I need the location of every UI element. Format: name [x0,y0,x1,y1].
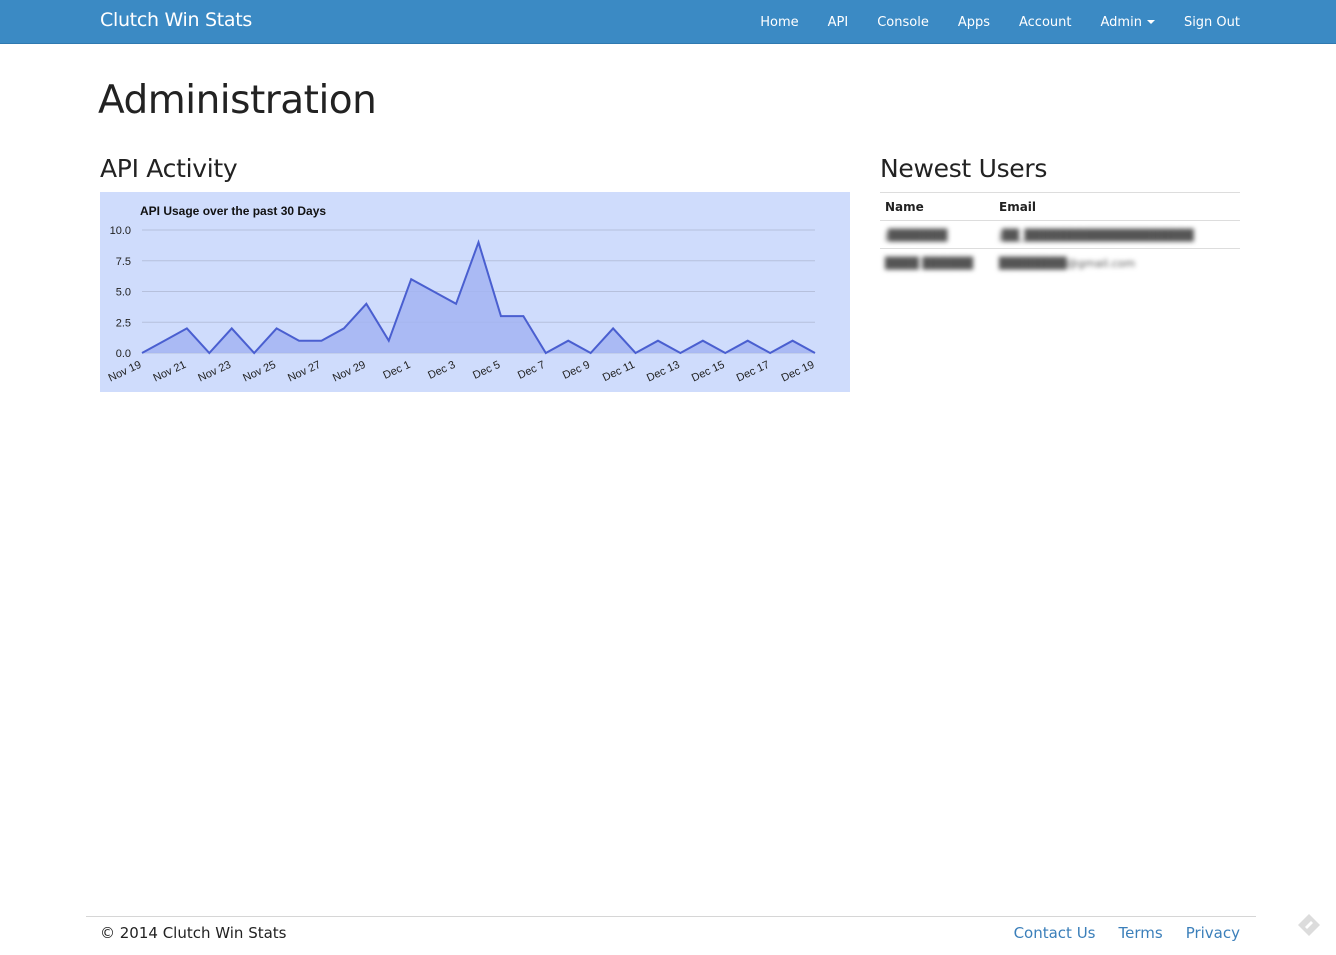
page-title: Administration [98,78,377,123]
nav-admin-dropdown[interactable]: Admin [1101,15,1155,30]
nav-account[interactable]: Account [1019,15,1072,30]
x-tick-label: Dec 3 [426,359,457,382]
nav-home[interactable]: Home [760,15,798,30]
user-email: j██_████████████████████ [999,228,1194,242]
feedback-icon[interactable] [1296,912,1322,938]
y-tick-label: 2.5 [116,317,131,329]
user-email: ████████@gmail.com [999,256,1136,270]
x-tick-label: Dec 19 [780,359,817,385]
footer-link-terms[interactable]: Terms [1119,924,1163,942]
y-tick-label: 7.5 [116,256,131,268]
footer-divider [86,916,1256,917]
table-row: ████ ██████ ████████@gmail.com [880,249,1240,277]
user-name: ████ ██████ [885,256,974,270]
x-tick-label: Dec 11 [601,359,637,384]
x-tick-label: Nov 19 [107,359,144,385]
x-tick-label: Nov 21 [151,359,188,385]
x-tick-label: Nov 23 [196,359,233,385]
nav-console[interactable]: Console [877,15,929,30]
x-tick-label: Nov 25 [241,359,278,385]
footer-link-contact[interactable]: Contact Us [1014,924,1096,942]
x-tick-label: Dec 9 [561,359,592,382]
nav-apps[interactable]: Apps [958,15,990,30]
api-usage-chart: API Usage over the past 30 Days 0.0 2.5 5.0… [100,192,850,392]
x-tick-label: Dec 13 [645,359,682,385]
footer-links: Contact Us Terms Privacy [991,924,1240,942]
main-nav: Home API Console Apps Account Admin Sign… [731,0,1240,44]
y-tick-label: 5.0 [116,287,131,299]
user-name-cell: ████ ██████ [880,249,994,277]
chart-title: API Usage over the past 30 Days [140,204,326,218]
user-name: j███████ [885,228,948,242]
user-name-cell: j███████ [880,220,994,249]
y-tick-label: 0.0 [116,348,131,360]
footer-link-privacy[interactable]: Privacy [1186,924,1240,942]
caret-down-icon [1146,20,1155,24]
table-header-row: Name Email [880,192,1240,221]
copyright-text: © 2014 Clutch Win Stats [100,924,287,942]
newest-users-heading: Newest Users [880,154,1048,183]
top-navbar: Clutch Win Stats Home API Console Apps A… [0,0,1336,44]
x-tick-label: Nov 27 [286,359,323,385]
x-tick-label: Dec 17 [735,359,772,385]
x-tick-label: Dec 1 [381,359,412,382]
table-row: j███████ j██_████████████████████ [880,220,1240,249]
nav-sign-out[interactable]: Sign Out [1184,15,1240,30]
x-tick-label: Nov 29 [331,359,368,385]
column-header-name: Name [880,192,994,221]
x-tick-label: Dec 5 [471,359,502,382]
nav-api[interactable]: API [828,15,849,30]
newest-users-table: Name Email j███████ j██_████████████████… [880,192,1240,277]
area-fill [142,242,815,353]
user-email-cell: ████████@gmail.com [994,249,1240,277]
api-activity-heading: API Activity [100,154,238,183]
user-email-cell: j██_████████████████████ [994,220,1240,249]
brand-link[interactable]: Clutch Win Stats [100,9,252,31]
column-header-email: Email [994,192,1240,221]
nav-admin-label: Admin [1100,14,1142,30]
y-tick-label: 10.0 [110,225,131,237]
api-usage-chart-svg: API Usage over the past 30 Days 0.0 2.5 5.0… [107,204,817,385]
x-tick-label: Dec 15 [690,359,727,385]
x-tick-label: Dec 7 [516,359,547,382]
